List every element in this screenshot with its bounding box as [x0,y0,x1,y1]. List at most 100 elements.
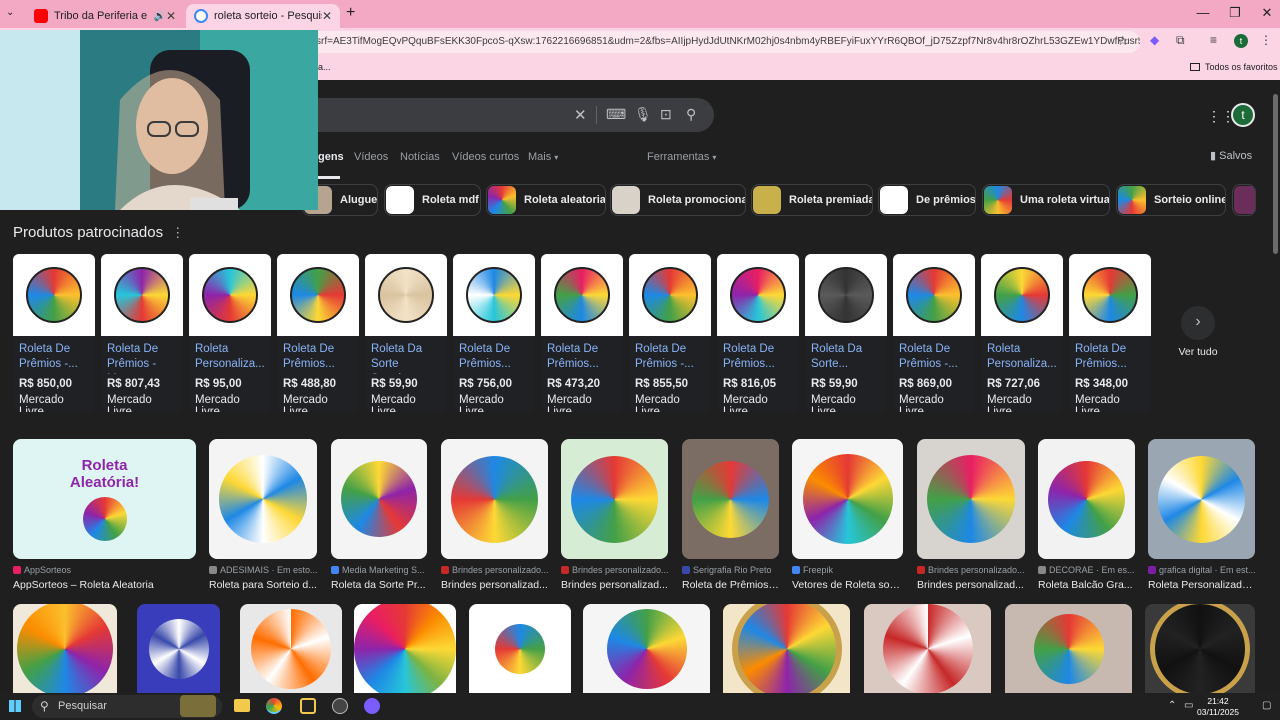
product-name[interactable]: Roleta De Prêmios -... [893,336,975,374]
more-options-icon[interactable]: ⋮ [171,225,184,240]
result-title[interactable]: Roleta da Sorte Pr... [331,579,427,591]
product-card[interactable]: Roleta De Prêmios... R$ 348,00 Mercado Liv… [1069,254,1151,412]
clear-icon[interactable]: ✕ [574,106,587,124]
chip-roleta-virtual[interactable]: Uma roleta virtual [982,184,1110,216]
speaker-icon[interactable]: 🔊 [153,11,165,22]
product-name[interactable]: Roleta De Prêmios... [1069,336,1151,374]
product-card[interactable]: Roleta De Prêmios... R$ 473,20 Mercado Liv… [541,254,623,412]
result-image[interactable] [1038,439,1135,559]
chip-partial[interactable] [1232,184,1256,216]
product-card[interactable]: Roleta De Prêmios... R$ 816,05 Mercado Liv… [717,254,799,412]
result-image[interactable] [1145,604,1255,694]
app-icon[interactable] [364,698,380,714]
product-name[interactable]: Roleta De Prêmios -... [629,336,711,374]
product-name[interactable]: Roleta Personaliza... [981,336,1063,374]
result-source[interactable]: DECORAE · Em es... [1038,565,1135,575]
chip-roleta-mdf[interactable]: Roleta mdf [384,184,481,216]
product-name[interactable]: Roleta Da Sorte Sortei... [365,336,447,374]
all-bookmarks[interactable]: Todos os favoritos [1190,62,1278,72]
product-name[interactable]: Roleta De Prêmios... [541,336,623,374]
result-title[interactable]: Brindes personalizad... [441,579,548,591]
minimize-icon[interactable]: — [1188,5,1218,20]
image-result[interactable]: Media Marketing S... Roleta da Sorte Pr..… [331,439,427,591]
product-card[interactable]: Roleta Da Sorte Sortei... R$ 59,90 Mercado… [365,254,447,412]
tab-google[interactable]: roleta sorteio - Pesquisa Google ✕ [186,4,340,28]
close-icon[interactable]: ✕ [166,9,176,23]
result-image[interactable] [723,604,850,694]
result-source[interactable]: grafica digital · Em est... [1148,565,1255,575]
result-image[interactable] [13,604,117,694]
result-image[interactable] [561,439,668,559]
chip-roleta-premiada[interactable]: Roleta premiada [751,184,873,216]
result-title[interactable]: Roleta para Sorteio d... [209,579,317,591]
result-image[interactable] [1005,604,1132,694]
result-source[interactable]: Brindes personalizado... [561,565,668,575]
chrome-icon[interactable] [266,698,282,714]
result-source[interactable]: Media Marketing S... [331,565,427,575]
image-result[interactable]: Serigrafia Rio Preto Roleta de Prêmios ..… [682,439,779,591]
see-all-button[interactable]: › Ver tudo [1164,306,1232,358]
image-result[interactable]: Roleta Aleatória! AppSorteos AppSorteos – … [13,439,196,591]
app-icon[interactable] [332,698,348,714]
chip-roleta-aleatoria[interactable]: Roleta aleatoria [486,184,606,216]
saved-button[interactable]: ▮ Salvos [1210,149,1252,162]
chip-sorteio-online[interactable]: Sorteio online [1116,184,1226,216]
image-result[interactable]: Freepik Vetores de Roleta sort... [792,439,903,591]
network-icon[interactable]: ▭ [1184,700,1193,711]
product-card[interactable]: Roleta De Prêmios... R$ 756,00 Mercado Liv… [453,254,535,412]
product-card[interactable]: Roleta De Prêmios - M... R$ 807,43 Mercado… [101,254,183,412]
image-result[interactable]: Brindes personalizado... Brindes personal… [561,439,668,591]
result-image[interactable] [240,604,342,694]
close-icon[interactable]: ✕ [322,9,332,23]
product-name[interactable]: Roleta De Prêmios... [277,336,359,374]
product-card[interactable]: Roleta Da Sorte... R$ 59,90 Mercado Livre [805,254,887,412]
result-source[interactable]: Brindes personalizado... [917,565,1025,575]
tab-news[interactable]: Notícias [400,151,440,163]
image-result[interactable]: Brindes personalizado... Brindes personal… [441,439,548,591]
widget-icon[interactable] [180,695,216,717]
result-image[interactable] [209,439,317,559]
result-source[interactable]: AppSorteos [13,565,196,575]
microphone-icon[interactable]: 🎙 [634,106,652,123]
product-card[interactable]: Roleta De Prêmios -... R$ 855,50 Mercado L… [629,254,711,412]
result-title[interactable]: Brindes personalizad... [917,579,1025,591]
result-image[interactable] [331,439,427,559]
keyboard-icon[interactable]: ⌨ [606,106,626,123]
notification-icon[interactable]: ▢ [1262,700,1271,711]
product-card[interactable]: Roleta De Prêmios... R$ 488,80 Mercado Liv… [277,254,359,412]
product-name[interactable]: Roleta Da Sorte... [805,336,887,374]
scrollbar-thumb[interactable] [1273,94,1278,254]
product-name[interactable]: Roleta De Prêmios... [717,336,799,374]
tab-youtube[interactable]: Tribo da Periferia e Hungria 🔊 ✕ [26,4,184,28]
account-avatar[interactable]: t [1231,103,1255,127]
search-input[interactable]: ✕ ⌨ 🎙 ⊡ ⚲ [300,98,714,132]
result-source[interactable]: ADESIMAIS · Em esto... [209,565,317,575]
puzzle-icon[interactable]: ⧉ [1176,33,1185,48]
result-title[interactable]: Roleta de Prêmios ... [682,579,779,591]
result-image[interactable] [864,604,991,694]
result-image[interactable] [469,604,571,694]
tab-videos[interactable]: Vídeos [354,151,388,163]
result-source[interactable]: Freepik [792,565,903,575]
chip-de-premios[interactable]: De prêmios [878,184,976,216]
extension-icon[interactable]: ◆ [1150,33,1159,47]
image-result[interactable]: DECORAE · Em es... Roleta Balcão Gra... [1038,439,1135,591]
tools-button[interactable]: Ferramentas ▾ [647,151,716,163]
result-image[interactable] [917,439,1025,559]
image-result[interactable]: ADESIMAIS · Em esto... Roleta para Sortei… [209,439,317,591]
media-icon[interactable]: ≡ [1210,33,1217,47]
profile-avatar[interactable]: t [1234,34,1248,48]
result-image[interactable] [792,439,903,559]
tray-chevron-icon[interactable]: ⌃ [1168,700,1176,711]
product-name[interactable]: Roleta De Prêmios... [453,336,535,374]
tab-images[interactable]: gens [318,151,344,163]
chip-roleta-promocional[interactable]: Roleta promocional [610,184,746,216]
restore-icon[interactable]: ❐ [1220,5,1250,21]
address-bar[interactable]: srf=AE3TifMogEQvPQquBFsEKK30FpcoS-qXsw:1… [300,31,1140,53]
result-image[interactable]: Roleta Aleatória! [13,439,196,559]
scrollbar[interactable] [1271,80,1280,693]
product-name[interactable]: Roleta De Prêmios -... [13,336,95,374]
tab-short-videos[interactable]: Vídeos curtos [452,151,519,163]
result-title[interactable]: Roleta Balcão Gra... [1038,579,1135,591]
product-name[interactable]: Roleta Personaliza... [189,336,271,374]
